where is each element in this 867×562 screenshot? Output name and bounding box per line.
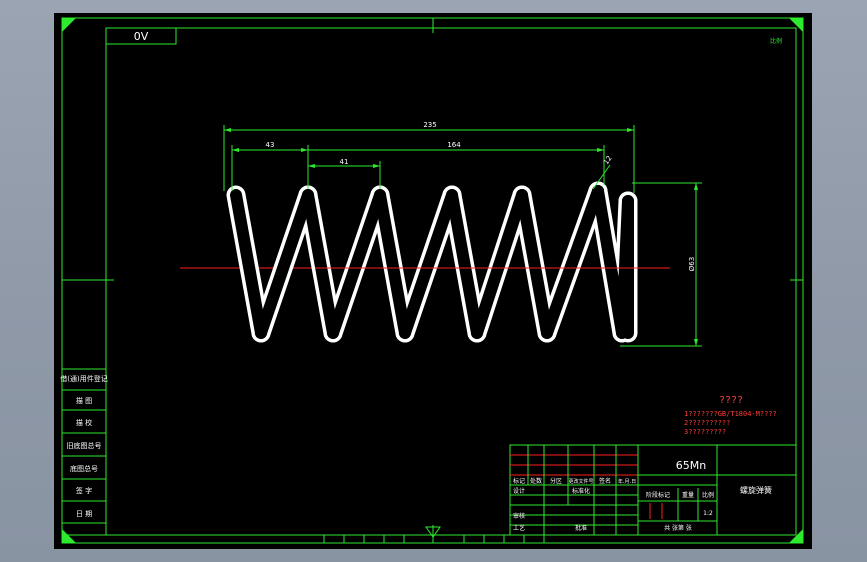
- lbl-stage-mark: 阶段标记: [646, 491, 670, 499]
- lbl-approve: 批准: [575, 524, 587, 532]
- notes-title: ????: [719, 395, 743, 406]
- side-label-4: 底图总号: [70, 464, 98, 473]
- hdr-date: 年.月.日: [618, 478, 636, 485]
- corner-mark-tl: [62, 18, 76, 32]
- lbl-review: 审核: [513, 512, 525, 520]
- side-label-5: 签 字: [76, 486, 92, 495]
- spring-body: [226, 181, 654, 343]
- corner-mark-bl: [62, 529, 76, 543]
- side-label-3: 旧底图总号: [67, 441, 102, 450]
- part-name: 螺旋弹簧: [740, 485, 772, 495]
- dim-outer-dia: Ø63: [688, 257, 696, 271]
- notes-line-3: 3?????????: [684, 428, 726, 436]
- side-label-0: 借(通)用件登记: [60, 374, 107, 383]
- side-label-6: 日 期: [76, 510, 92, 518]
- side-label-1: 描 图: [76, 396, 92, 405]
- dim-end-offset: 43: [266, 141, 275, 149]
- side-label-column: 借(通)用件登记 描 图 描 校 旧底图总号 底图总号 签 字 日 期: [60, 368, 108, 536]
- lbl-design: 设计: [513, 487, 525, 495]
- dim-pitch-span: 164: [447, 141, 461, 149]
- side-label-2: 描 校: [76, 418, 92, 427]
- dim-pitch: 41: [340, 158, 349, 166]
- sheet-code: 0V: [134, 30, 149, 43]
- lbl-scale: 比例: [702, 491, 714, 499]
- hdr-count: 处数: [530, 477, 542, 485]
- technical-notes: ???? 1???????GB/T1804-M???? 2?????????? …: [684, 395, 777, 436]
- hdr-sign: 签名: [599, 477, 611, 485]
- hdr-mark: 标记: [513, 477, 525, 485]
- spring-drawing: 0V 比例 235 43 164 41 12 Ø63 ???? 1???????…: [60, 17, 804, 544]
- hdr-change-doc: 更改文件号: [568, 478, 593, 485]
- title-block: 65Mn 螺旋弹簧 标记 处数 分区 更改文件号 签名 年.月.日 设计 标准化…: [509, 444, 797, 536]
- material: 65Mn: [676, 459, 706, 472]
- lbl-process: 工艺: [513, 524, 525, 532]
- lbl-weight: 重量: [682, 491, 694, 499]
- notes-line-1: 1???????GB/T1804-M????: [684, 410, 777, 418]
- scale-value: 1:2: [703, 510, 713, 517]
- drawing-canvas: 0V 比例 235 43 164 41 12 Ø63 ???? 1???????…: [54, 13, 812, 549]
- lbl-standardize: 标准化: [572, 487, 590, 495]
- notes-line-2: 2??????????: [684, 419, 730, 427]
- corner-mark: 比例: [770, 37, 782, 45]
- lbl-sheets: 共 张第 张: [664, 524, 692, 532]
- dim-overall-length: 235: [423, 121, 436, 129]
- hdr-zone: 分区: [550, 477, 562, 485]
